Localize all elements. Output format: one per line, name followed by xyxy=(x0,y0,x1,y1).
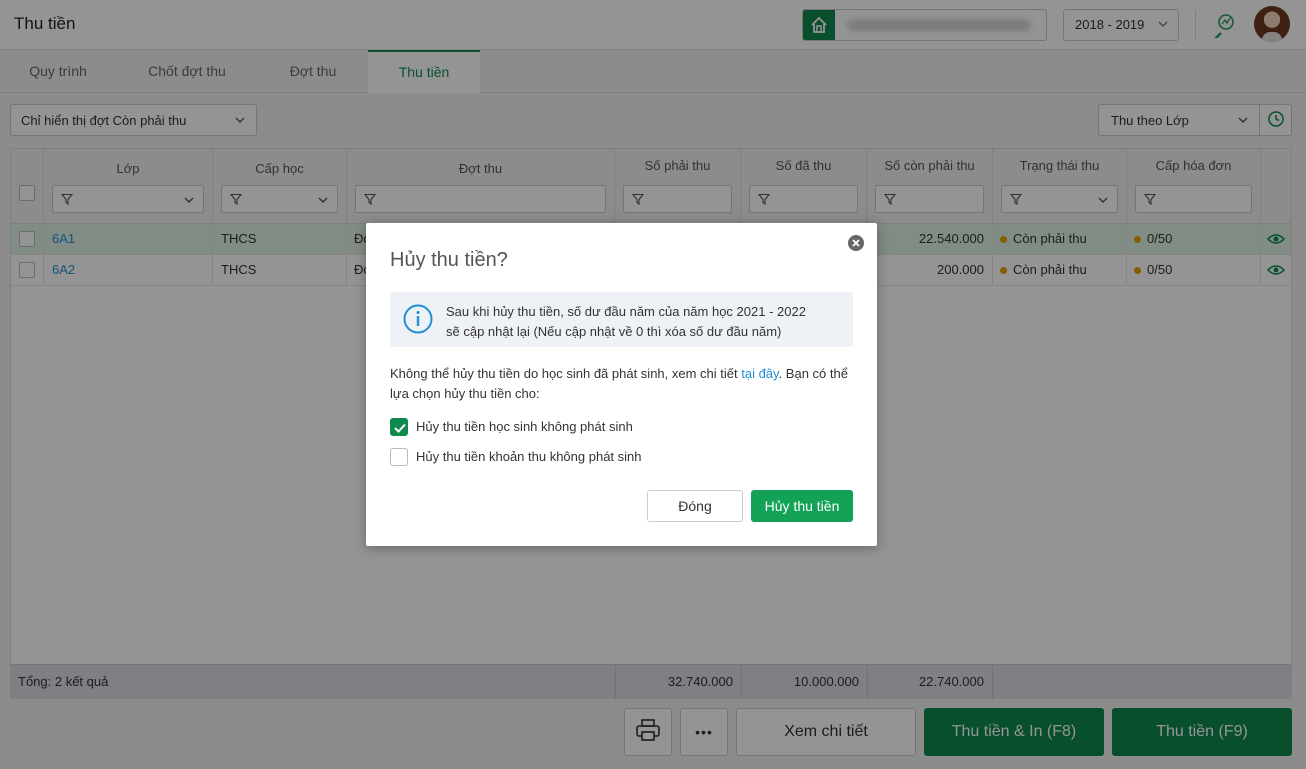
cancel-collection-dialog: Hủy thu tiền? Sau khi hủy thu tiền, số d… xyxy=(366,223,877,546)
message-text: Không thể hủy thu tiền do học sinh đã ph… xyxy=(390,366,742,381)
dialog-message: Không thể hủy thu tiền do học sinh đã ph… xyxy=(390,364,855,404)
confirm-cancel-button[interactable]: Hủy thu tiền xyxy=(751,490,853,522)
dialog-title: Hủy thu tiền? xyxy=(390,249,508,271)
option-label: Hủy thu tiền học sinh không phát sinh xyxy=(416,419,633,434)
close-button[interactable]: Đóng xyxy=(647,490,743,522)
option-checkbox[interactable] xyxy=(390,418,408,436)
option-checkbox[interactable] xyxy=(390,448,408,466)
info-line-1: Sau khi hủy thu tiền, số dư đầu năm của … xyxy=(446,304,806,319)
check-icon xyxy=(394,423,406,433)
option-label: Hủy thu tiền khoản thu không phát sinh xyxy=(416,449,642,464)
info-box: Sau khi hủy thu tiền, số dư đầu năm của … xyxy=(390,292,853,347)
details-link[interactable]: tại đây xyxy=(741,366,778,381)
close-icon[interactable] xyxy=(848,235,864,251)
info-line-2: sẽ cập nhật lại (Nếu cập nhật về 0 thì x… xyxy=(446,324,782,339)
info-icon xyxy=(403,304,433,337)
info-text: Sau khi hủy thu tiền, số dư đầu năm của … xyxy=(446,302,806,342)
